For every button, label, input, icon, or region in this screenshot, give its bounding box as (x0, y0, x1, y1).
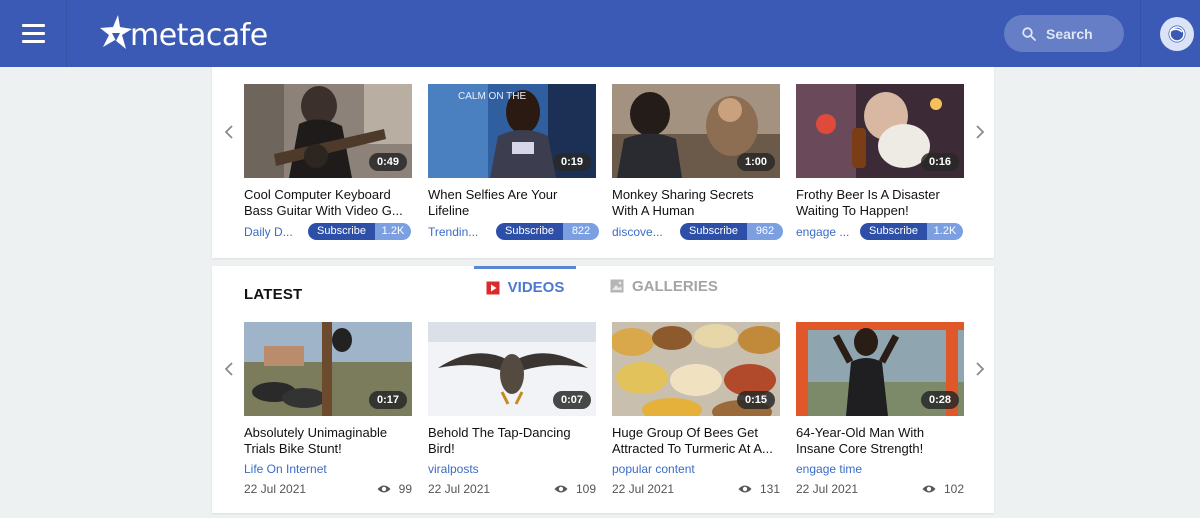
tab-galleries-label: GALLERIES (632, 277, 718, 295)
channel-name[interactable]: popular content (612, 462, 780, 476)
latest-prev-button[interactable] (222, 360, 236, 378)
view-count: 102 (922, 482, 964, 496)
video-date: 22 Jul 2021 (244, 482, 307, 496)
subscribe-button[interactable]: Subscribe 962 (680, 223, 783, 240)
play-icon (486, 281, 500, 295)
video-title[interactable]: Cool Computer Keyboard Bass Guitar With … (244, 187, 414, 219)
video-duration: 0:07 (552, 391, 591, 409)
image-icon (610, 279, 624, 293)
video-thumbnail[interactable]: 0:16 (796, 84, 964, 178)
subscribe-button[interactable]: Subscribe 822 (496, 223, 599, 240)
video-title[interactable]: Behold The Tap-Dancing Bird! (428, 425, 598, 457)
logo-text: metacafe (130, 17, 268, 53)
search-button[interactable]: Search (1004, 15, 1124, 52)
video-duration: 0:15 (736, 391, 775, 409)
subscriber-count: 822 (563, 223, 599, 240)
subscribe-button[interactable]: Subscribe 1.2K (860, 223, 963, 240)
video-duration: 1:00 (736, 153, 775, 171)
video-title[interactable]: Monkey Sharing Secrets With A Human (612, 187, 782, 219)
channel-name[interactable]: engage time (796, 462, 964, 476)
subscribe-label: Subscribe (496, 223, 563, 240)
video-date: 22 Jul 2021 (428, 482, 491, 496)
subscribe-label: Subscribe (680, 223, 747, 240)
video-thumbnail[interactable]: 0:28 (796, 322, 964, 416)
search-icon (1022, 26, 1036, 41)
user-button[interactable] (1160, 17, 1194, 51)
view-count-value: 131 (759, 482, 780, 496)
video-duration: 0:19 (552, 153, 591, 171)
chevron-right-icon (976, 362, 984, 376)
trending-panel: 0:49 Cool Computer Keyboard Bass Guitar … (212, 67, 994, 258)
channel-name[interactable]: Trendin... (428, 225, 486, 239)
video-thumbnail[interactable]: 0:15 (612, 322, 780, 416)
video-duration: 0:28 (920, 391, 959, 409)
video-thumbnail[interactable]: 1:00 (612, 84, 780, 178)
header-divider (1140, 0, 1141, 67)
latest-heading: LATEST (244, 286, 303, 303)
chevron-right-icon (976, 125, 984, 139)
subscriber-count: 1.2K (375, 223, 411, 240)
tab-videos[interactable]: VIDEOS (474, 266, 576, 306)
menu-button[interactable] (0, 0, 67, 67)
hamburger-icon (21, 24, 45, 43)
subscriber-count: 1.2K (927, 223, 963, 240)
video-thumbnail[interactable]: 0:07 (428, 322, 596, 416)
video-title[interactable]: Huge Group Of Bees Get Attracted To Turm… (612, 425, 782, 457)
chevron-left-icon (225, 362, 233, 376)
eye-icon (922, 485, 936, 493)
latest-next-button[interactable] (973, 360, 987, 378)
view-count-value: 109 (575, 482, 596, 496)
eye-icon (738, 485, 752, 493)
top-header: metacafe Search (0, 0, 1200, 67)
video-title[interactable]: When Selfies Are Your Lifeline (428, 187, 598, 219)
video-thumbnail[interactable]: 0:49 (244, 84, 412, 178)
view-count: 131 (738, 482, 780, 496)
video-thumbnail[interactable]: 0:17 (244, 322, 412, 416)
user-icon (1168, 25, 1186, 43)
channel-name[interactable]: viralposts (428, 462, 596, 476)
eye-icon (554, 485, 568, 493)
subscribe-button[interactable]: Subscribe 1.2K (308, 223, 411, 240)
video-date: 22 Jul 2021 (796, 482, 859, 496)
channel-name[interactable]: discove... (612, 225, 670, 239)
trending-prev-button[interactable] (222, 123, 236, 141)
video-duration: 0:17 (368, 391, 407, 409)
channel-name[interactable]: engage ... (796, 225, 854, 239)
video-title[interactable]: Absolutely Unimaginable Trials Bike Stun… (244, 425, 414, 457)
tab-videos-label: VIDEOS (507, 279, 565, 296)
video-title[interactable]: 64-Year-Old Man With Insane Core Strengt… (796, 425, 966, 457)
view-count: 109 (554, 482, 596, 496)
svg-text:CALM ON THE: CALM ON THE (458, 91, 526, 102)
subscribe-label: Subscribe (308, 223, 375, 240)
latest-panel: LATEST VIDEOS GALLERIES 0:17 Absolutely … (212, 266, 994, 513)
video-thumbnail[interactable]: CALM ON THE 0:19 (428, 84, 596, 178)
search-label: Search (1046, 25, 1093, 42)
subscribe-label: Subscribe (860, 223, 927, 240)
tab-galleries[interactable]: GALLERIES (610, 266, 718, 306)
view-count-value: 102 (943, 482, 964, 496)
video-date: 22 Jul 2021 (612, 482, 675, 496)
trending-next-button[interactable] (973, 123, 987, 141)
video-duration: 0:16 (920, 153, 959, 171)
logo-star-icon (100, 15, 132, 49)
eye-icon (377, 485, 391, 493)
chevron-left-icon (225, 125, 233, 139)
channel-name[interactable]: Daily D... (244, 225, 302, 239)
channel-name[interactable]: Life On Internet (244, 462, 412, 476)
video-duration: 0:49 (368, 153, 407, 171)
subscriber-count: 962 (747, 223, 783, 240)
view-count-value: 99 (398, 482, 412, 496)
view-count: 99 (377, 482, 412, 496)
video-title[interactable]: Frothy Beer Is A Disaster Waiting To Hap… (796, 187, 966, 219)
metacafe-logo[interactable]: metacafe (98, 8, 268, 58)
